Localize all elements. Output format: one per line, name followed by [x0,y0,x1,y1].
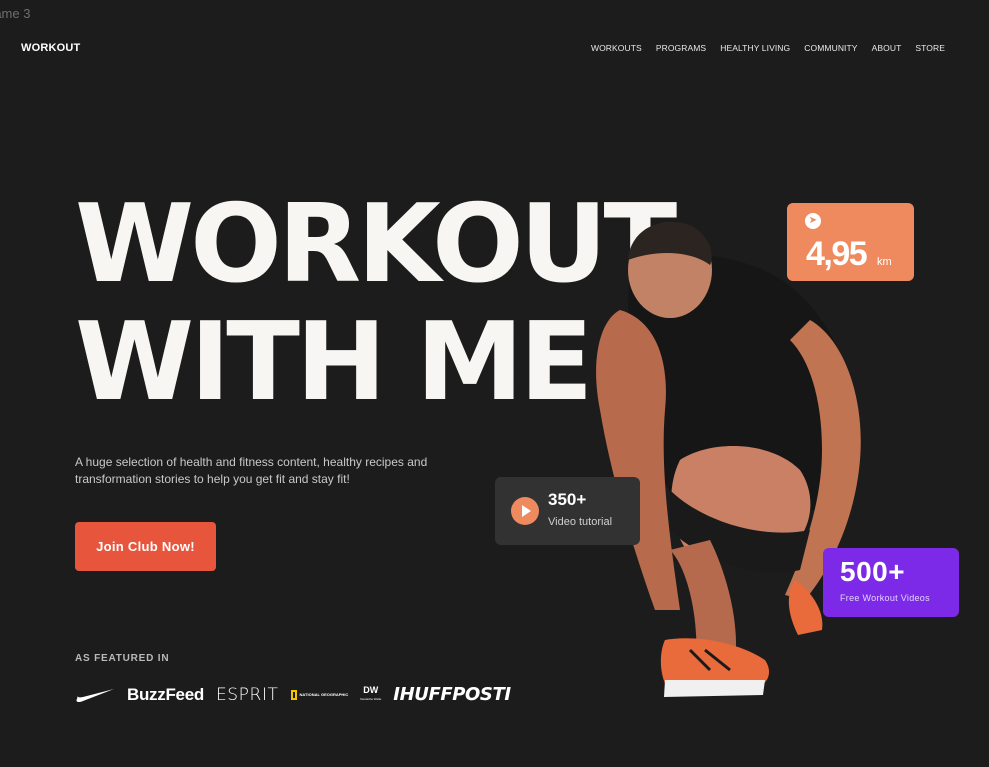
natgeo-logo: NATIONAL GEOGRAPHIC [290,689,349,700]
video-count: 350+ [548,490,587,509]
dw-subtext: Deutsche Welle [360,696,382,701]
free-videos-card[interactable]: 500+ Free Workout Videos [823,548,959,617]
distance-unit: km [877,256,892,268]
free-videos-count: 500+ [840,556,906,587]
nav-healthy-living[interactable]: HEALTHY LIVING [720,43,790,53]
frame-label: rame 3 [0,6,31,21]
nav-programs[interactable]: PROGRAMS [656,43,706,53]
athlete-image [596,221,861,697]
join-club-button[interactable]: Join Club Now! [75,522,216,571]
featured-brands: BuzzFeed ESPRIT NATIONAL GEOGRAPHIC DW D… [75,684,511,705]
buzzfeed-logo: BuzzFeed [127,684,204,704]
play-icon[interactable] [511,497,539,525]
distance-value: 4,95 [806,235,868,273]
dw-text: DW [363,684,379,695]
huffpost-logo: IHUFFPOSTI [393,684,511,705]
free-videos-label: Free Workout Videos [840,593,930,603]
hero-subtitle: A huge selection of health and fitness c… [75,455,428,486]
nav-workouts[interactable]: WORKOUTS [591,43,642,53]
nav-about[interactable]: ABOUT [872,43,902,53]
featured-label: AS FEATURED IN [75,653,170,664]
site-logo[interactable]: WORKOUT [21,42,80,54]
dw-logo: DW Deutsche Welle [360,684,382,704]
running-icon: ➤ [805,213,821,229]
distance-card: ➤ 4,95 km [787,203,914,281]
esprit-logo: ESPRIT [215,684,279,705]
nav-community[interactable]: COMMUNITY [804,43,857,53]
natgeo-yellow-frame-icon [290,689,297,700]
natgeo-text: NATIONAL GEOGRAPHIC [299,692,349,697]
main-nav: WORKOUTS PROGRAMS HEALTHY LIVING COMMUNI… [591,43,945,53]
nav-store[interactable]: STORE [915,43,945,53]
video-label: Video tutorial [548,516,613,528]
nike-logo [75,687,115,703]
video-tutorial-card[interactable]: 350+ Video tutorial [495,477,640,545]
